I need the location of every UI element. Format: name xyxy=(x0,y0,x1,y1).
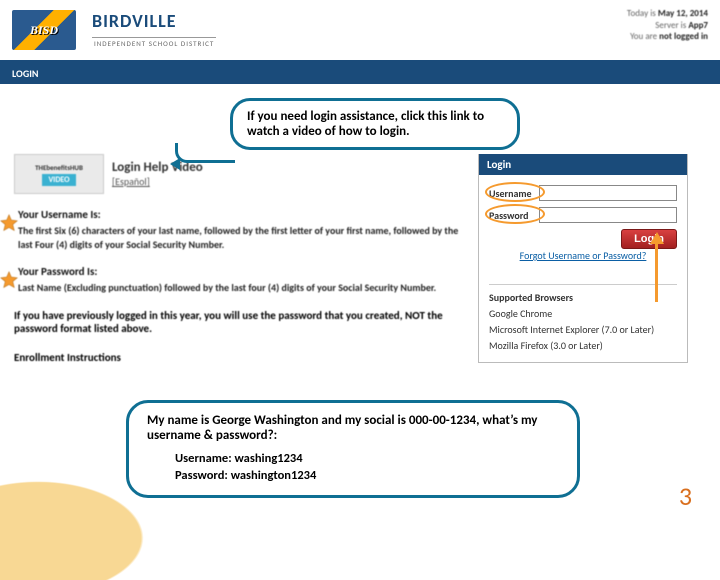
tab-bar: LOGIN xyxy=(0,62,720,84)
enrollment-instructions-heading: Enrollment Instructions xyxy=(14,351,474,364)
browsers-heading: Supported Browsers xyxy=(489,284,677,304)
username-label: Username xyxy=(489,187,539,200)
browser-firefox: Mozilla Firefox (3.0 or Later) xyxy=(489,339,677,352)
badge-line1: THEbenefitsHUB xyxy=(35,163,83,172)
example-username: Username: washing1234 xyxy=(147,451,559,466)
password-label: Password xyxy=(489,209,539,222)
callout-example: My name is George Washington and my soci… xyxy=(126,400,580,498)
status-server: App7 xyxy=(688,20,708,31)
previous-login-text: If you have previously logged in this ye… xyxy=(14,309,474,335)
previous-login-note: If you have previously logged in this ye… xyxy=(14,309,474,335)
username-info: Your Username Is: The first Six (6) char… xyxy=(14,208,474,251)
bisd-logo xyxy=(12,10,76,50)
district-logo-text: BIRDVILLE INDEPENDENT SCHOOL DISTRICT xyxy=(92,10,216,51)
district-name: BIRDVILLE xyxy=(92,10,216,32)
example-question: My name is George Washington and my soci… xyxy=(147,413,559,443)
arrow-to-login-button xyxy=(655,242,658,302)
status-login-label: You are xyxy=(630,31,657,42)
badge-line2: VIDEO xyxy=(42,174,75,186)
district-subtitle: INDEPENDENT SCHOOL DISTRICT xyxy=(92,37,216,49)
password-body: Last Name (Excluding punctuation) follow… xyxy=(18,281,474,295)
forgot-link[interactable]: Forgot Username or Password? xyxy=(489,249,677,262)
benefits-hub-video-badge[interactable]: THEbenefitsHUB VIDEO xyxy=(14,154,104,194)
login-box-title: Login xyxy=(479,154,687,175)
star-icon xyxy=(0,214,18,232)
browser-chrome: Google Chrome xyxy=(489,307,677,320)
password-row: Password xyxy=(489,207,677,223)
username-body: The first Six (6) characters of your las… xyxy=(18,224,474,251)
status-block: Today is May 12, 2014 Server is App7 You… xyxy=(627,8,708,43)
username-input[interactable] xyxy=(539,185,677,201)
callout-arrow-to-video xyxy=(175,143,235,163)
status-server-label: Server is xyxy=(655,20,686,31)
login-help-video-block: THEbenefitsHUB VIDEO Login Help Video [E… xyxy=(14,154,474,194)
star-icon xyxy=(0,271,18,289)
espanol-link[interactable]: [Español] xyxy=(112,175,203,188)
tab-login[interactable]: LOGIN xyxy=(12,67,38,80)
callout-login-help: If you need login assistance, click this… xyxy=(230,98,520,150)
callout-arrowhead xyxy=(170,158,180,170)
status-date: May 12, 2014 xyxy=(658,8,708,19)
status-date-label: Today is xyxy=(627,8,656,19)
password-input[interactable] xyxy=(539,207,677,223)
page-number: 3 xyxy=(679,480,692,512)
password-info: Your Password Is: Last Name (Excluding p… xyxy=(14,265,474,295)
username-row: Username xyxy=(489,185,677,201)
header: BIRDVILLE INDEPENDENT SCHOOL DISTRICT To… xyxy=(0,0,720,62)
browser-ie: Microsoft Internet Explorer (7.0 or Late… xyxy=(489,323,677,336)
status-login: not logged in xyxy=(659,31,708,42)
callout-login-help-text: If you need login assistance, click this… xyxy=(247,109,484,139)
password-heading: Your Password Is: xyxy=(18,265,474,278)
example-password: Password: washington1234 xyxy=(147,468,559,483)
username-heading: Your Username Is: xyxy=(18,208,474,221)
